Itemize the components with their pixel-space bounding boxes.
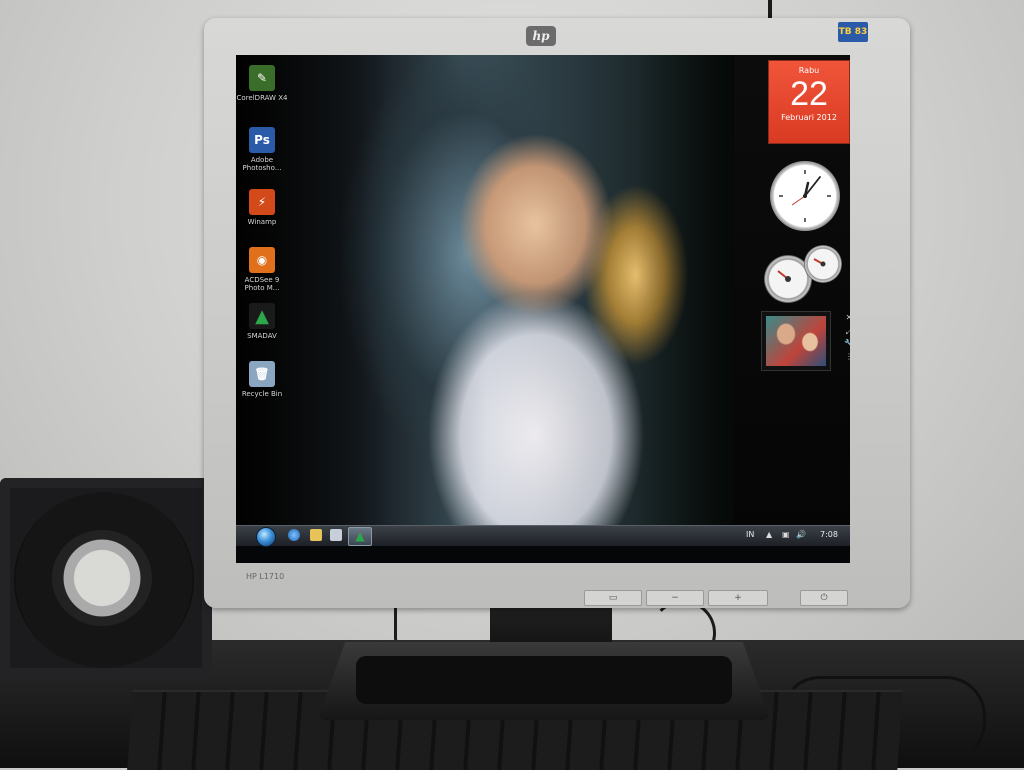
desktop-icon-label: Winamp (247, 218, 277, 226)
internet-explorer-icon[interactable] (288, 529, 300, 541)
taskbar: ▲ IN ▲ ▣ 🔊 7:08 (236, 525, 850, 547)
gauge-needle-icon (813, 258, 826, 267)
media-player-icon[interactable] (330, 529, 342, 541)
bezel-power-button[interactable]: ⏻ (800, 590, 848, 606)
energy-badge: TB 83 (838, 22, 868, 42)
bezel-menu-button[interactable]: ▭ (584, 590, 642, 606)
desktop-icon-label: ACDSee 9 Photo M... (244, 276, 280, 292)
desktop-icon-winamp[interactable]: ⚡ Winamp (236, 189, 288, 226)
memory-meter-gauge[interactable] (804, 245, 842, 283)
smadav-icon: ▲ (355, 529, 365, 543)
coreldraw-icon: ✎ (249, 65, 275, 91)
wallpaper-vignette (236, 55, 736, 525)
desktop-icon-smadav[interactable]: ▲ SMADAV (236, 303, 288, 340)
calendar-month-year: Februari 2012 (781, 113, 837, 122)
start-button[interactable] (256, 527, 276, 547)
desktop-icon-label: CorelDRAW X4 (236, 94, 288, 102)
slideshow-photo (766, 316, 826, 366)
monitor-stand-well (356, 656, 732, 704)
slideshow-gadget[interactable] (761, 311, 831, 371)
hp-logo: hp (526, 26, 556, 46)
clock-time[interactable]: 7:08 (820, 530, 838, 539)
fan-hub (52, 530, 152, 626)
photoshop-icon: Ps (249, 127, 275, 153)
calendar-day-name: Rabu (798, 66, 820, 75)
wrench-icon[interactable]: 🔧 (844, 339, 850, 348)
desktop-icon-label: Recycle Bin (241, 390, 283, 398)
desktop-icon-photoshop[interactable]: Ps Adobe Photosho... (236, 127, 288, 172)
desktop-icon-acdsee[interactable]: ◉ ACDSee 9 Photo M... (236, 247, 288, 292)
computer-fan (0, 478, 212, 678)
desktop-icon-label: SMADAV (247, 332, 277, 340)
acdsee-icon: ◉ (249, 247, 275, 273)
taskbar-smadav-button[interactable]: ▲ (348, 527, 372, 546)
desktop-icon-recycle-bin[interactable]: 🗑 Recycle Bin (236, 361, 288, 398)
bezel-plus-button[interactable]: + (708, 590, 768, 606)
winamp-icon: ⚡ (249, 189, 275, 215)
monitor-screen: ✎ CorelDRAW X4 Ps Adobe Photosho... ⚡ Wi… (236, 55, 850, 563)
model-label: HP L1710 (246, 572, 285, 581)
language-indicator[interactable]: IN (746, 530, 754, 539)
calendar-day-number: 22 (790, 75, 828, 113)
cable (760, 0, 772, 18)
desktop-icon-coreldraw[interactable]: ✎ CorelDRAW X4 (236, 65, 288, 102)
desktop-icon-label: Adobe Photosho... (242, 156, 282, 172)
network-icon[interactable]: ▣ (782, 531, 790, 539)
resize-icon[interactable]: ⤢ (844, 327, 850, 336)
clock-gadget[interactable] (770, 161, 840, 231)
recycle-bin-icon: 🗑 (249, 361, 275, 387)
close-icon[interactable]: ✕ (844, 313, 850, 322)
volume-icon[interactable]: 🔊 (796, 531, 806, 539)
bezel-minus-button[interactable]: − (646, 590, 704, 606)
folder-icon[interactable] (310, 529, 322, 541)
calendar-gadget[interactable]: Rabu 22 Februari 2012 (769, 61, 849, 143)
show-hidden-icons-icon[interactable]: ▲ (766, 531, 774, 539)
smadav-icon: ▲ (249, 303, 275, 329)
clock-face-icon (779, 170, 831, 222)
drag-handle-icon[interactable]: ⋮ (844, 352, 850, 361)
